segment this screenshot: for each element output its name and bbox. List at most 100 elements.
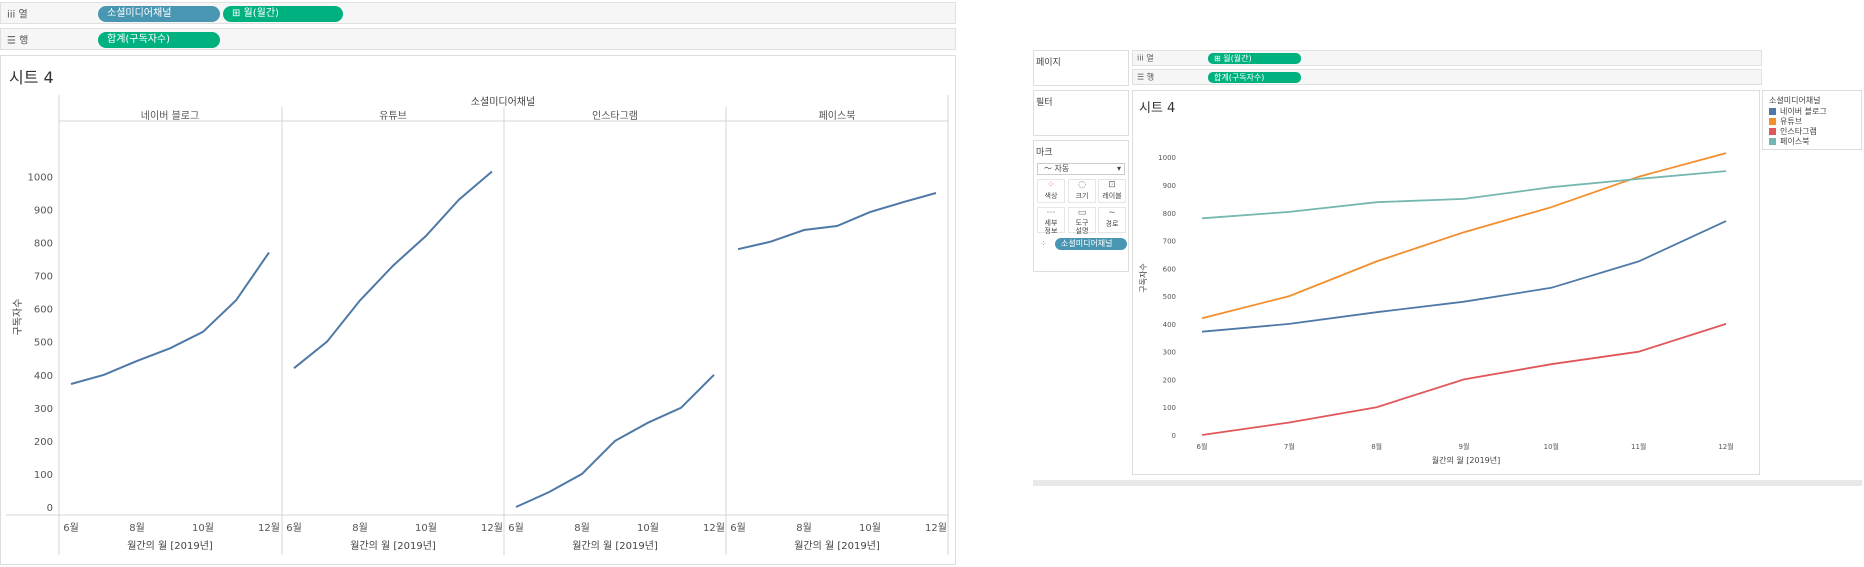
y-tick-label: 100 (34, 470, 53, 481)
right-x-tick-label: 6월 (1197, 442, 1208, 451)
facet-header-title: 소셜미디어채널 (471, 96, 535, 108)
right-x-tick-label: 12월 (1718, 442, 1733, 451)
right-y-tick-label: 0 (1172, 432, 1176, 440)
legend-swatch (1769, 118, 1776, 125)
right-y-tick-label: 900 (1163, 182, 1176, 190)
legend-item-label: 페이스북 (1780, 137, 1810, 146)
x-tick-label: 10월 (415, 522, 437, 534)
marks-label: 마크 (1036, 148, 1053, 158)
y-tick-label: 300 (34, 404, 53, 415)
pages-card: 페이지 (1033, 50, 1129, 86)
right-x-axis-label: 월간의 월 [2019년] (1432, 455, 1501, 465)
right-columns-shelf[interactable]: iii 열 ⊞ 월(월간) (1132, 50, 1762, 66)
columns-shelf[interactable]: iii 열 소셜미디어채널 ⊞ 월(월간) (0, 2, 956, 24)
x-tick-label: 12월 (258, 522, 280, 534)
facet-label-3: 페이스북 (819, 110, 856, 122)
color-legend: 소셜미디어채널 네이버 블로그 유튜브 인스타그램 페이스북 (1762, 90, 1862, 150)
marks-type-dropdown[interactable]: 〜 자동 ▾ (1037, 163, 1125, 175)
x-tick-label: 8월 (129, 522, 145, 534)
series-line-1 (293, 170, 493, 369)
mark-tooltip-button[interactable]: ▭ 도구 설명 (1068, 207, 1096, 235)
y-tick-label: 1000 (28, 172, 53, 183)
color-icon: ⁘ (1047, 180, 1055, 190)
right-y-tick-label: 100 (1163, 404, 1176, 412)
x-tick-label: 12월 (925, 522, 947, 534)
label-icon: ⊡ (1108, 180, 1116, 190)
right-y-tick-label: 800 (1163, 210, 1176, 218)
x-tick-label: 8월 (352, 522, 368, 534)
legend-item[interactable]: 네이버 블로그 (1769, 107, 1827, 117)
facet-label-2: 인스타그램 (592, 110, 638, 122)
right-y-tick-label: 700 (1163, 238, 1176, 246)
right-x-tick-label: 9월 (1459, 442, 1470, 451)
column-pill-month[interactable]: ⊞ 월(월간) (223, 6, 343, 22)
legend-title: 소셜미디어채널 (1769, 96, 1821, 105)
pages-label: 페이지 (1036, 58, 1061, 68)
row-pill-sum-subscribers[interactable]: 합계(구독자수) (98, 32, 220, 48)
legend-swatch (1769, 138, 1776, 145)
mark-path-button[interactable]: ∼ 경로 (1098, 207, 1126, 233)
x-axis-label: 월간의 월 [2019년] (350, 540, 436, 552)
y-tick-label: 700 (34, 272, 53, 283)
mark-label-button[interactable]: ⊡ 레이블 (1098, 179, 1126, 203)
x-tick-label: 12월 (481, 522, 503, 534)
y-tick-label: 600 (34, 305, 53, 316)
right-x-tick-label: 7월 (1284, 442, 1295, 451)
legend-item[interactable]: 인스타그램 (1769, 127, 1817, 137)
legend-swatch (1769, 128, 1776, 135)
right-y-axis-label: 구독자수 (1139, 263, 1148, 292)
mark-size-button[interactable]: ◌ 크기 (1068, 179, 1096, 203)
right-row-pill-sum-subscribers[interactable]: 합계(구독자수) (1208, 72, 1301, 83)
y-tick-label: 400 (34, 371, 53, 382)
mark-color-button[interactable]: ⁘ 색상 (1037, 179, 1065, 203)
right-rows-shelf[interactable]: ☰ 행 합계(구독자수) (1132, 69, 1762, 85)
right-rows-shelf-label: ☰ 행 (1137, 72, 1155, 82)
legend-item-label: 네이버 블로그 (1780, 107, 1827, 116)
y-tick-label: 200 (34, 437, 53, 448)
x-tick-label: 12월 (703, 522, 725, 534)
columns-shelf-label: iii 열 (7, 9, 28, 21)
filters-label: 필터 (1036, 98, 1053, 108)
x-tick-label: 6월 (508, 522, 524, 534)
path-icon: ∼ (1108, 208, 1116, 218)
legend-item[interactable]: 페이스북 (1769, 137, 1809, 147)
right-y-tick-label: 400 (1163, 321, 1176, 329)
x-tick-label: 10월 (859, 522, 881, 534)
right-x-tick-label: 11월 (1631, 442, 1646, 451)
right-combined-line-chart: 구독자수 월간의 월 [2019년] 0 100 200 300 400 500 600 70… (1139, 152, 1734, 465)
y-tick-label: 0 (47, 503, 53, 514)
left-small-multiples-chart: 소셜미디어채널 구독자수 0 100 200 300 400 500 600 700 800 90… (6, 95, 949, 555)
right-series-line-2 (1201, 323, 1727, 436)
column-pill-channel[interactable]: 소셜미디어채널 (98, 6, 220, 22)
rows-shelf-label: ☰ 행 (7, 35, 29, 47)
mark-detail-button[interactable]: ⋯ 세부 정보 (1037, 207, 1065, 235)
series-line-0 (70, 251, 270, 385)
facet-label-0: 네이버 블로그 (141, 110, 199, 122)
x-tick-label: 10월 (192, 522, 214, 534)
color-pill-channel[interactable]: 소셜미디어채널 (1055, 238, 1127, 250)
bottom-tab-strip (1033, 480, 1862, 486)
right-x-tick-label: 10월 (1544, 442, 1559, 451)
chevron-down-icon: ▾ (1116, 164, 1121, 173)
right-y-tick-label: 600 (1163, 265, 1176, 273)
y-tick-label: 500 (34, 338, 53, 349)
x-tick-label: 8월 (574, 522, 590, 534)
series-line-2 (515, 374, 715, 508)
right-x-tick-label: 8월 (1371, 442, 1382, 451)
right-column-pill-month[interactable]: ⊞ 월(월간) (1208, 53, 1301, 64)
legend-swatch (1769, 108, 1776, 115)
x-tick-label: 6월 (730, 522, 746, 534)
right-y-tick-label: 300 (1163, 349, 1176, 357)
rows-shelf[interactable]: ☰ 행 합계(구독자수) (0, 28, 956, 50)
x-axis-label: 월간의 월 [2019년] (572, 540, 658, 552)
x-axis-label: 월간의 월 [2019년] (794, 540, 880, 552)
filters-card: 필터 (1033, 90, 1129, 136)
y-tick-label: 800 (34, 239, 53, 250)
legend-item[interactable]: 유튜브 (1769, 117, 1802, 127)
left-y-axis-label: 구독자수 (12, 299, 24, 336)
legend-item-label: 인스타그램 (1780, 127, 1817, 136)
color-mark-icon: ⁘ (1040, 239, 1047, 248)
x-tick-label: 8월 (796, 522, 812, 534)
marks-card: 마크 〜 자동 ▾ ⁘ 색상 ◌ 크기 ⊡ 레이블 ⋯ 세부 정보 ▭ 도구 설명 ∼ 경로 … (1033, 140, 1129, 272)
size-icon: ◌ (1078, 180, 1086, 190)
